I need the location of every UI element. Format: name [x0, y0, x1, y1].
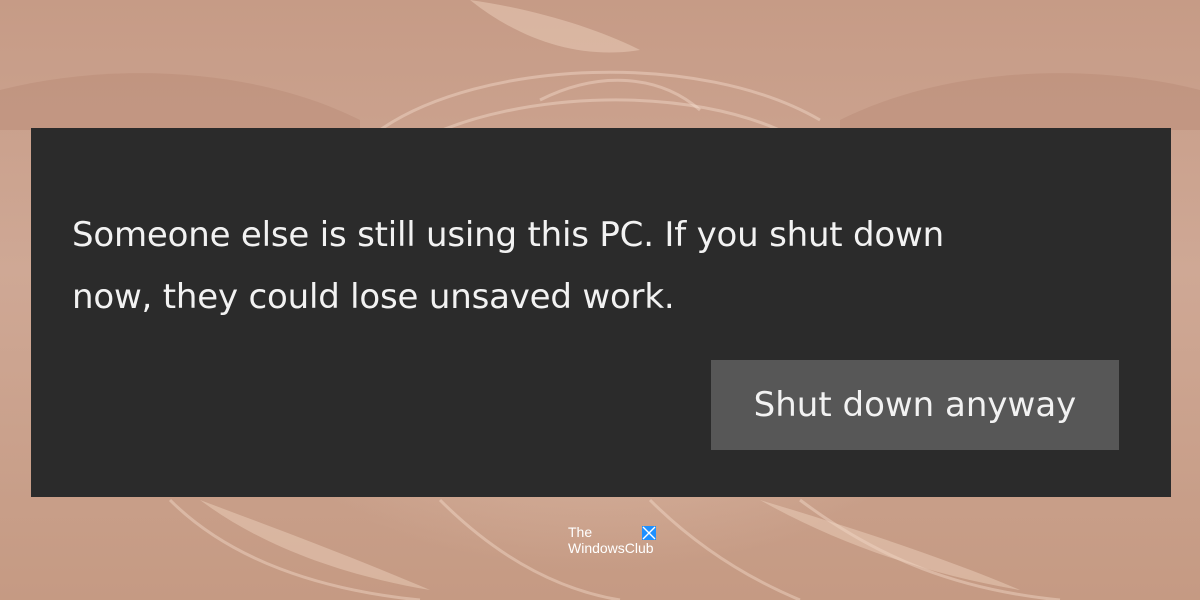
shutdown-warning-dialog: Someone else is still using this PC. If …: [31, 128, 1171, 497]
watermark-line-1: The: [568, 524, 593, 540]
windows-logo-icon: [642, 526, 656, 540]
shut-down-anyway-button[interactable]: Shut down anyway: [711, 360, 1119, 450]
watermark-line-2: WindowsClub: [568, 540, 654, 556]
warning-message: Someone else is still using this PC. If …: [72, 215, 944, 317]
watermark: The WindowsClub: [568, 524, 678, 558]
